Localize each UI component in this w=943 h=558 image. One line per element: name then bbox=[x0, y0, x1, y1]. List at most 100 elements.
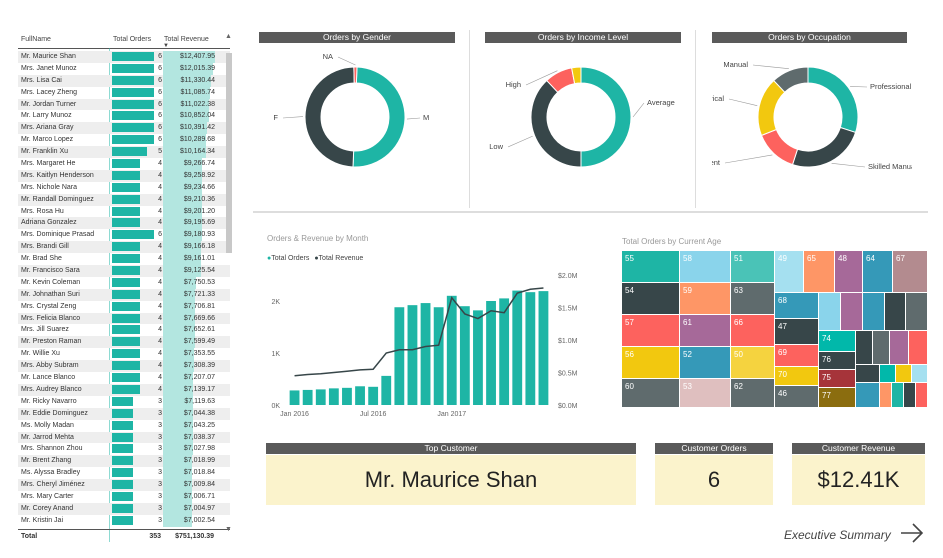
treemap-cell[interactable]: 63 bbox=[731, 283, 774, 314]
orders-bar[interactable] bbox=[315, 389, 326, 405]
orders-bar[interactable] bbox=[302, 389, 313, 405]
treemap-cell[interactable] bbox=[880, 383, 891, 407]
treemap-cell[interactable]: 68 bbox=[775, 293, 818, 318]
orders-bar[interactable] bbox=[342, 387, 352, 405]
table-row[interactable]: Mr. Maurice Shan 6 $12,407.95 bbox=[18, 51, 230, 63]
orders-bar[interactable] bbox=[368, 386, 379, 405]
treemap-cell[interactable]: 56 bbox=[622, 347, 679, 378]
orders-bar[interactable] bbox=[486, 301, 496, 405]
treemap-cell[interactable] bbox=[912, 365, 927, 382]
treemap-cell[interactable]: 70 bbox=[775, 367, 818, 385]
orders-bar[interactable] bbox=[355, 386, 365, 405]
treemap-cell[interactable] bbox=[856, 365, 879, 382]
donut-slice[interactable] bbox=[530, 79, 582, 168]
table-row[interactable]: Mrs. Cheryl Jiménez 3 $7,009.84 bbox=[18, 479, 230, 492]
treemap-cell[interactable]: 60 bbox=[622, 379, 679, 407]
table-row[interactable]: Mrs. Abby Subram 4 $7,308.39 bbox=[18, 360, 230, 373]
treemap-cell[interactable]: 46 bbox=[775, 386, 818, 407]
donut-slice[interactable] bbox=[791, 126, 857, 168]
orders-bar[interactable] bbox=[407, 305, 418, 405]
treemap-cell[interactable] bbox=[863, 293, 884, 330]
treemap-cell[interactable] bbox=[906, 293, 927, 330]
treemap-cell[interactable]: 75 bbox=[819, 370, 855, 387]
treemap-cell[interactable]: 64 bbox=[863, 251, 892, 292]
table-row[interactable]: Mr. Jarrod Mehta 3 $7,038.37 bbox=[18, 431, 230, 444]
table-row[interactable]: Mr. Kevin Coleman 4 $7,750.53 bbox=[18, 276, 230, 289]
table-row[interactable]: Mr. Lance Blanco 4 $7,207.07 bbox=[18, 372, 230, 385]
donut-slice[interactable] bbox=[580, 66, 632, 168]
table-row[interactable]: Mr. Preston Raman 4 $7,599.49 bbox=[18, 336, 230, 349]
treemap-cell[interactable] bbox=[896, 365, 911, 382]
treemap-cell[interactable] bbox=[904, 383, 915, 407]
orders-bar[interactable] bbox=[525, 292, 536, 405]
treemap-cell[interactable] bbox=[880, 365, 895, 382]
treemap-cell[interactable]: 65 bbox=[804, 251, 834, 292]
table-row[interactable]: Mr. Larry Munoz 6 $10,852.04 bbox=[18, 110, 230, 123]
orders-bar[interactable] bbox=[420, 303, 431, 405]
orders-bar[interactable] bbox=[499, 298, 510, 405]
treemap-cell[interactable]: 62 bbox=[731, 379, 774, 407]
donut-slice[interactable] bbox=[757, 79, 786, 137]
col-header-revenue[interactable]: Total Revenue bbox=[164, 36, 209, 43]
orders-bar[interactable] bbox=[381, 375, 392, 405]
treemap-cell[interactable]: 52 bbox=[680, 347, 730, 378]
treemap-cell[interactable]: 48 bbox=[835, 251, 862, 292]
executive-summary-link[interactable]: Executive Summary bbox=[784, 528, 891, 542]
table-row[interactable]: Mrs. Brandi Gill 4 $9,166.18 bbox=[18, 241, 230, 254]
table-row[interactable]: Mrs. Audrey Blanco 4 $7,139.17 bbox=[18, 383, 230, 396]
treemap-cell[interactable] bbox=[856, 383, 879, 407]
occupation-donut-chart[interactable]: Professional Skilled Manual Management Cler… bbox=[712, 45, 912, 195]
table-row[interactable]: Mr. Randall Dominguez 4 $9,210.36 bbox=[18, 193, 230, 206]
table-row[interactable]: Mr. Jordan Turner 6 $11,022.38 bbox=[18, 98, 230, 111]
table-row[interactable]: Mrs. Lisa Cai 6 $11,330.44 bbox=[18, 74, 230, 87]
table-row[interactable]: Mrs. Kaitlyn Henderson 4 $9,258.92 bbox=[18, 169, 230, 182]
treemap-cell[interactable]: 61 bbox=[680, 315, 730, 346]
donut-slice[interactable] bbox=[304, 66, 355, 168]
treemap-cell[interactable]: 74 bbox=[819, 331, 855, 351]
treemap-cell[interactable]: 55 bbox=[622, 251, 679, 282]
donut-slice[interactable] bbox=[807, 66, 859, 134]
table-row[interactable]: Mrs. Nichole Nara 4 $9,234.66 bbox=[18, 181, 230, 194]
orders-bar[interactable] bbox=[473, 310, 483, 405]
table-row[interactable]: Mr. Willie Xu 4 $7,353.55 bbox=[18, 348, 230, 361]
treemap-cell[interactable] bbox=[873, 331, 889, 364]
income-donut-chart[interactable]: Average Low High bbox=[485, 45, 681, 195]
treemap-cell[interactable] bbox=[819, 293, 840, 330]
treemap-cell[interactable]: 50 bbox=[731, 347, 774, 378]
treemap-cell[interactable]: 58 bbox=[680, 251, 730, 282]
donut-slice[interactable] bbox=[760, 128, 799, 166]
treemap-cell[interactable] bbox=[916, 383, 927, 407]
table-row[interactable]: Mrs. Mary Carter 3 $7,006.71 bbox=[18, 490, 230, 503]
table-row[interactable]: Adriana Gonzalez 4 $9,195.69 bbox=[18, 217, 230, 230]
table-row[interactable]: Mr. Eddie Dominguez 3 $7,044.38 bbox=[18, 407, 230, 420]
gender-donut-chart[interactable]: M F NA bbox=[259, 45, 455, 195]
donut-slice[interactable] bbox=[352, 66, 406, 168]
treemap-cell[interactable] bbox=[856, 331, 872, 364]
table-row[interactable]: Mrs. Janet Munoz 6 $12,015.39 bbox=[18, 62, 230, 75]
col-header-orders[interactable]: Total Orders bbox=[113, 36, 151, 43]
table-row[interactable]: Mrs. Lacey Zheng 6 $11,085.74 bbox=[18, 86, 230, 99]
table-row[interactable]: Mr. Corey Anand 3 $7,004.97 bbox=[18, 502, 230, 515]
donut-slice[interactable] bbox=[353, 66, 358, 84]
table-row[interactable]: Mr. Johnathan Suri 4 $7,721.33 bbox=[18, 288, 230, 301]
treemap-cell[interactable]: 59 bbox=[680, 283, 730, 314]
table-row[interactable]: Mr. Marco Lopez 6 $10,289.68 bbox=[18, 134, 230, 147]
arrow-right-icon[interactable] bbox=[899, 522, 925, 544]
treemap-cell[interactable]: 77 bbox=[819, 388, 855, 407]
orders-bar[interactable] bbox=[328, 388, 339, 405]
treemap-cell[interactable]: 66 bbox=[731, 315, 774, 346]
treemap-cell[interactable]: 53 bbox=[680, 379, 730, 407]
treemap-cell[interactable]: 67 bbox=[893, 251, 927, 292]
col-header-fullname[interactable]: FullName bbox=[21, 36, 51, 43]
orders-bar[interactable] bbox=[433, 307, 444, 405]
treemap-cell[interactable]: 47 bbox=[775, 319, 818, 344]
treemap-cell[interactable]: 54 bbox=[622, 283, 679, 314]
treemap-cell[interactable]: 51 bbox=[731, 251, 774, 282]
treemap-cell[interactable] bbox=[890, 331, 908, 364]
table-row[interactable]: Ms. Molly Madan 3 $7,043.25 bbox=[18, 419, 230, 432]
treemap-cell[interactable]: 69 bbox=[775, 345, 818, 366]
orders-bar[interactable] bbox=[512, 290, 523, 405]
table-row[interactable]: Ms. Alyssa Bradley 3 $7,018.84 bbox=[18, 467, 230, 480]
treemap-cell[interactable] bbox=[841, 293, 862, 330]
table-row[interactable]: Mrs. Dominique Prasad 6 $9,180.93 bbox=[18, 229, 230, 242]
